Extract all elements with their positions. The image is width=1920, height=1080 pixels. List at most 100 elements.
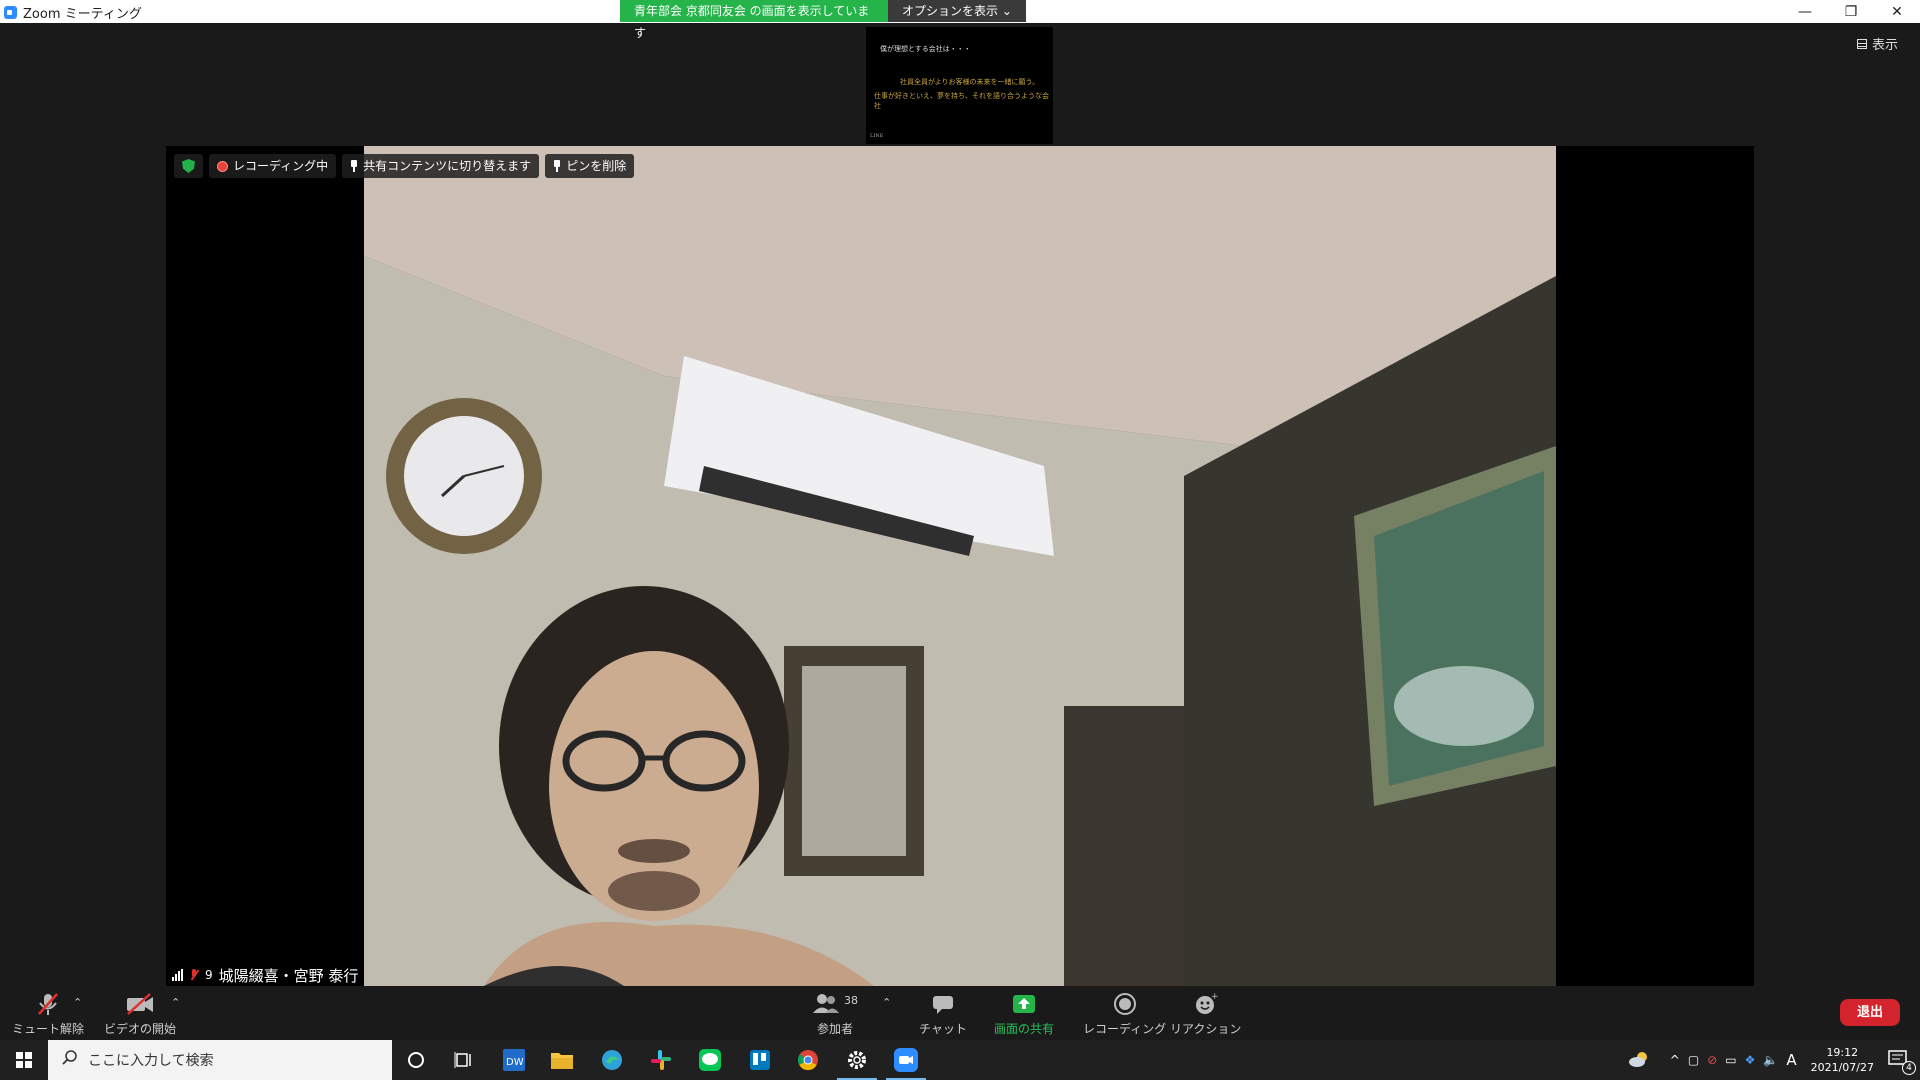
unmute-label: ミュート解除 <box>12 1022 85 1036</box>
view-button[interactable]: 表示 <box>1856 34 1898 53</box>
switch-to-shared-content-button[interactable]: 共有コンテンツに切り替えます <box>342 154 540 178</box>
folder-icon <box>551 1053 573 1069</box>
notification-count: 4 <box>1902 1060 1916 1075</box>
docuworks-icon: DW <box>503 1049 525 1071</box>
search-placeholder: ここに入力して検索 <box>88 1053 214 1069</box>
recording-button[interactable]: レコーディング <box>1083 992 1166 1037</box>
taskbar-app-trello[interactable] <box>746 1046 774 1074</box>
taskbar-app-chrome[interactable] <box>794 1046 822 1074</box>
view-options-label: オプションを表示 <box>902 4 999 18</box>
task-view-icon <box>454 1052 471 1068</box>
minimize-button[interactable]: — <box>1782 0 1828 23</box>
unpin-label: ピンを削除 <box>566 159 627 173</box>
start-video-button[interactable]: ビデオの開始 <box>104 992 176 1037</box>
app-title: Zoom ミーティング <box>4 3 142 22</box>
participant-count: 38 <box>844 993 858 1007</box>
view-options-button[interactable]: オプションを表示 ⌄ <box>888 0 1026 22</box>
taskbar-app-line[interactable] <box>696 1046 724 1074</box>
chat-label: チャット <box>919 1022 967 1036</box>
video-off-icon <box>125 992 155 1016</box>
chat-button[interactable]: チャット <box>919 992 967 1037</box>
windows-taskbar: ここに入力して検索 DW ^ ▢ ⊘ ▭ ❖ 🔈 A 19:12 2021/07… <box>0 1040 1920 1080</box>
share-screen-button[interactable]: 画面の共有 <box>994 992 1054 1037</box>
volume-icon[interactable]: 🔈 <box>1763 1053 1778 1067</box>
taskbar-app-settings[interactable] <box>837 1046 877 1080</box>
slack-icon <box>651 1050 671 1070</box>
start-button[interactable] <box>0 1040 48 1080</box>
taskbar-app-edge[interactable] <box>598 1046 626 1074</box>
trello-icon <box>750 1050 770 1070</box>
share-screen-icon <box>1011 992 1037 1016</box>
reactions-button[interactable]: + リアクション <box>1170 992 1241 1037</box>
recording-indicator[interactable]: レコーディング中 <box>209 154 337 178</box>
ime-indicator[interactable]: A <box>1786 1051 1796 1069</box>
shared-line-3: 仕事が好きといえ、夢を持ち、それを語り合うような会社 <box>874 92 1049 110</box>
taskbar-search[interactable]: ここに入力して検索 <box>48 1040 392 1080</box>
title-bar: Zoom ミーティング 青年部会 京都同友会 の画面を表示しています オプション… <box>0 0 1920 40</box>
pin-icon <box>553 160 561 172</box>
clock-date: 2021/07/27 <box>1810 1061 1874 1074</box>
record-icon <box>217 160 228 172</box>
grid-view-icon <box>1856 38 1867 49</box>
close-icon: ✕ <box>1891 3 1903 20</box>
audio-options-chevron-icon[interactable]: ⌃ <box>73 996 82 1009</box>
windows-logo-icon <box>16 1052 32 1068</box>
signal-strength-icon <box>172 969 183 981</box>
video-top-controls: レコーディング中 共有コンテンツに切り替えます ピンを削除 <box>174 154 635 178</box>
dropbox-icon[interactable]: ❖ <box>1745 1053 1756 1067</box>
chrome-icon <box>797 1050 818 1071</box>
weather-icon[interactable] <box>1628 1050 1650 1071</box>
zoom-logo-icon <box>4 6 17 19</box>
speaker-video-image <box>364 146 1556 986</box>
video-stage: レコーディング中 共有コンテンツに切り替えます ピンを削除 9 城陽綴喜・宮野 … <box>166 146 1754 986</box>
reactions-label: リアクション <box>1170 1022 1242 1036</box>
share-screen-label: 画面の共有 <box>994 1022 1055 1036</box>
shared-line-1: 僕が理想とする会社は・・・ <box>880 45 971 53</box>
participant-name-tag: 9 城陽綴喜・宮野 泰行 <box>166 964 365 986</box>
task-view-button[interactable] <box>450 1046 478 1074</box>
minimize-icon: — <box>1798 3 1812 20</box>
restore-icon: ❐ <box>1844 3 1858 20</box>
taskbar-app-zoom[interactable] <box>886 1046 926 1080</box>
svg-text:+: + <box>1211 992 1218 1002</box>
sync-error-icon[interactable]: ⊘ <box>1707 1053 1717 1067</box>
taskbar-clock[interactable]: 19:12 2021/07/27 <box>1811 1045 1874 1075</box>
line-app-icon <box>699 1049 721 1071</box>
record-icon <box>1113 992 1137 1016</box>
video-options-chevron-icon[interactable]: ⌃ <box>171 996 180 1009</box>
close-button[interactable]: ✕ <box>1874 0 1920 23</box>
recording-label: レコーディング中 <box>233 159 329 173</box>
cortana-button[interactable] <box>402 1046 430 1074</box>
show-hidden-icons-chevron-icon[interactable]: ^ <box>1670 1053 1680 1067</box>
reaction-smiley-icon: + <box>1194 992 1218 1016</box>
speaker-video[interactable] <box>364 146 1556 986</box>
security-badge[interactable] <box>174 154 203 178</box>
start-video-label: ビデオの開始 <box>104 1022 177 1036</box>
participant-number: 9 <box>205 968 213 982</box>
leave-meeting-button[interactable]: 退出 <box>1840 999 1900 1026</box>
taskbar-app-slack[interactable] <box>647 1046 675 1074</box>
device-icon[interactable]: ▢ <box>1688 1053 1699 1067</box>
shared-line-2: 社員全員がよりお客様の未来を一緒に願う。 <box>900 78 1040 86</box>
shield-icon <box>182 159 195 173</box>
clock-time: 19:12 <box>1826 1046 1859 1059</box>
edge-icon <box>602 1050 622 1070</box>
participants-icon: 38 <box>812 992 858 1016</box>
participants-button[interactable]: 38 参加者 <box>812 992 858 1037</box>
notification-center-button[interactable]: 4 <box>1888 1049 1916 1075</box>
shared-screen-thumbnail[interactable]: 僕が理想とする会社は・・・ 社員全員がよりお客様の未来を一緒に願う。 仕事が好き… <box>866 27 1053 144</box>
system-tray: ^ ▢ ⊘ ▭ ❖ 🔈 A 19:12 2021/07/27 4 <box>1628 1040 1920 1080</box>
zoom-app-icon <box>894 1048 918 1072</box>
chat-icon <box>931 992 955 1016</box>
share-banner-text: 青年部会 京都同友会 の画面を表示しています <box>620 0 888 40</box>
pin-icon <box>350 160 358 172</box>
restore-button[interactable]: ❐ <box>1828 0 1874 23</box>
shared-line-4: LINE <box>870 133 884 139</box>
unpin-button[interactable]: ピンを削除 <box>545 154 635 178</box>
taskbar-app-docuworks[interactable]: DW <box>500 1046 528 1074</box>
window-title: Zoom ミーティング <box>23 7 142 22</box>
participants-options-chevron-icon[interactable]: ⌃ <box>882 996 891 1009</box>
cortana-icon <box>408 1052 424 1068</box>
network-icon[interactable]: ▭ <box>1725 1053 1736 1067</box>
taskbar-app-explorer[interactable] <box>548 1046 576 1074</box>
